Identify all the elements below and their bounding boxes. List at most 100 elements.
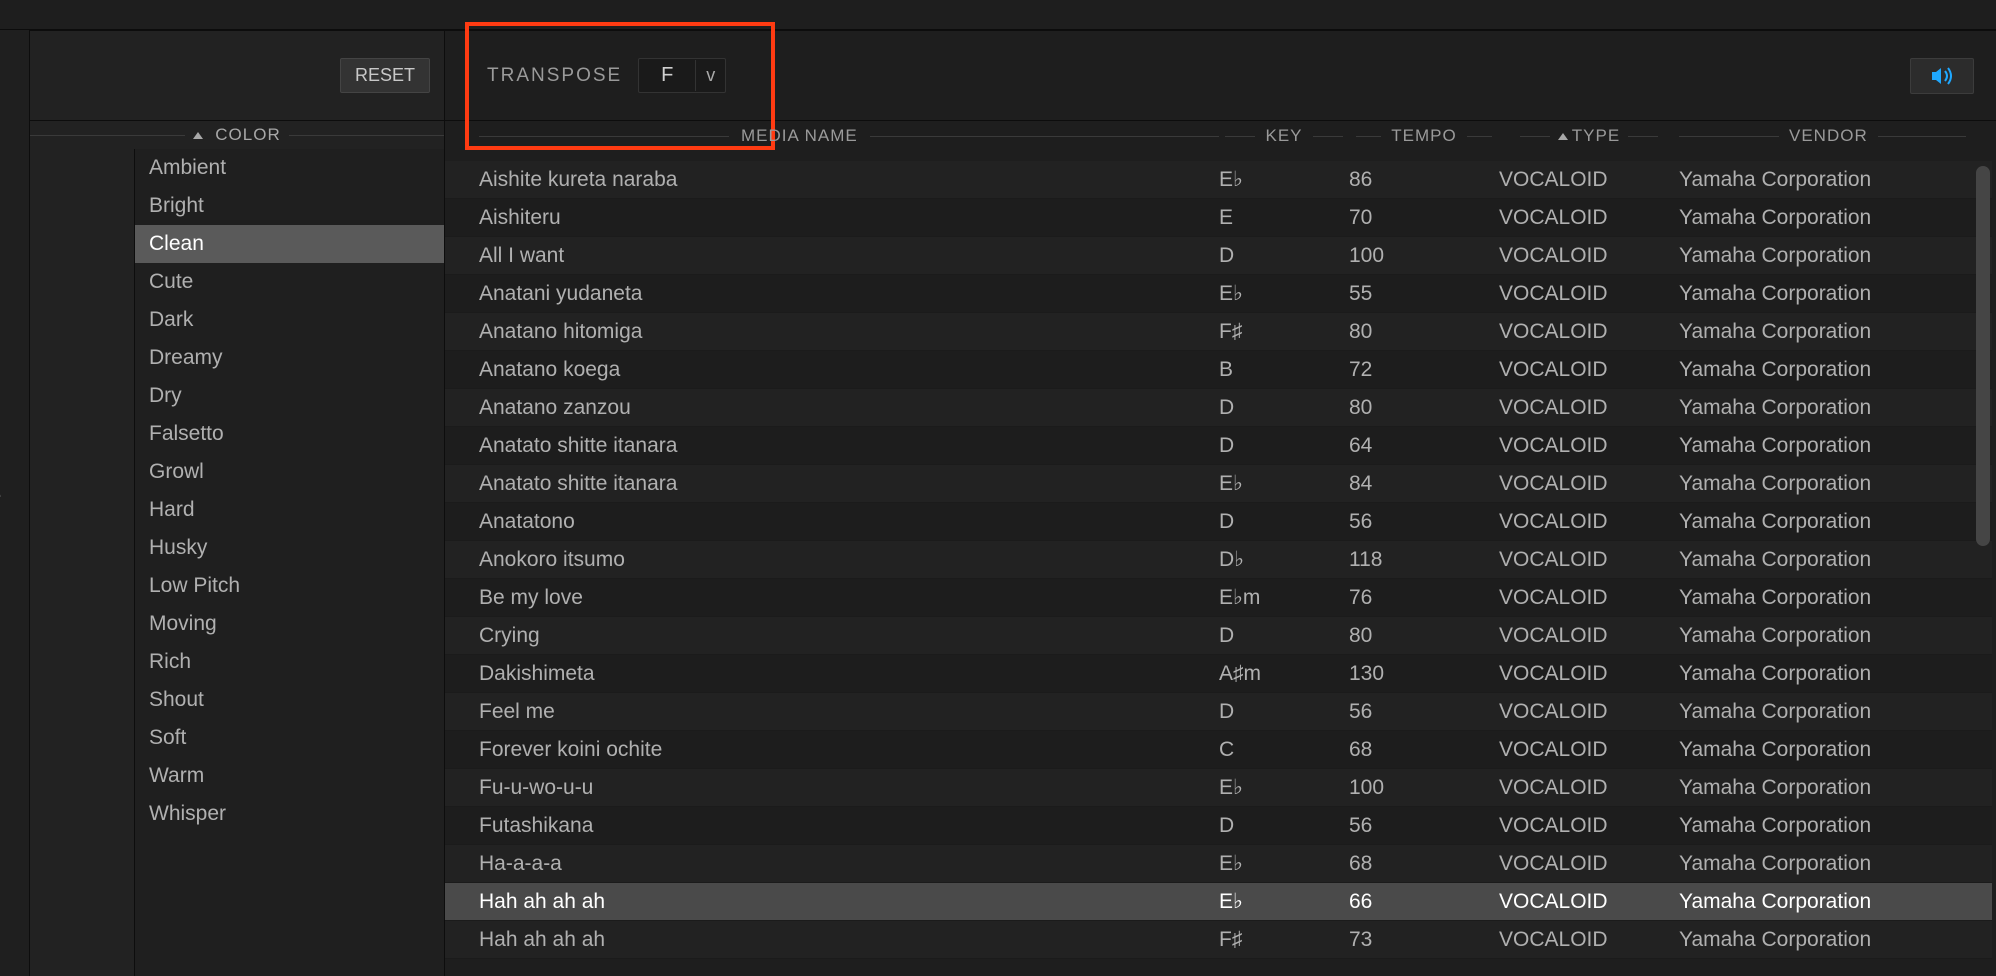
filter-item-moving[interactable]: Moving: [135, 605, 444, 643]
cell-type: VOCALOID: [1499, 586, 1679, 610]
cell-media-name: Aishite kureta naraba: [479, 168, 1219, 192]
transpose-label: TRANSPOSE: [487, 65, 622, 87]
cell-tempo: 68: [1349, 852, 1499, 876]
cell-tempo: 100: [1349, 244, 1499, 268]
cell-media-name: Anatano hitomiga: [479, 320, 1219, 344]
cell-tempo: 55: [1349, 282, 1499, 306]
filter-item-husky[interactable]: Husky: [135, 529, 444, 567]
filter-item-warm[interactable]: Warm: [135, 757, 444, 795]
table-row[interactable]: Anatato shitte itanaraE♭84VOCALOIDYamaha…: [445, 465, 1992, 503]
content-panel: TRANSPOSE F v: [445, 30, 1996, 976]
filter-item-whisper[interactable]: Whisper: [135, 795, 444, 833]
table-row[interactable]: DakishimetaA♯m130VOCALOIDYamaha Corporat…: [445, 655, 1992, 693]
table-row[interactable]: Hah ah ah ahF♯73VOCALOIDYamaha Corporati…: [445, 921, 1992, 959]
cell-key: E♭: [1219, 775, 1349, 800]
column-label: KEY: [1265, 126, 1302, 146]
cell-type: VOCALOID: [1499, 928, 1679, 952]
table-row[interactable]: Anokoro itsumoD♭118VOCALOIDYamaha Corpor…: [445, 541, 1992, 579]
cell-media-name: Hah ah ah ah: [479, 890, 1219, 914]
table-row[interactable]: AishiteruE70VOCALOIDYamaha Corporation: [445, 199, 1992, 237]
cell-media-name: Crying: [479, 624, 1219, 648]
column-type[interactable]: TYPE: [1499, 126, 1679, 146]
table-row[interactable]: Ha-a-a-aE♭68VOCALOIDYamaha Corporation: [445, 845, 1992, 883]
scrollbar[interactable]: [1976, 166, 1990, 546]
table-row[interactable]: Anatano zanzouD80VOCALOIDYamaha Corporat…: [445, 389, 1992, 427]
filter-item-dark[interactable]: Dark: [135, 301, 444, 339]
preview-audio-button[interactable]: [1910, 58, 1974, 94]
cell-vendor: Yamaha Corporation: [1679, 434, 1992, 458]
cell-type: VOCALOID: [1499, 320, 1679, 344]
cell-tempo: 72: [1349, 358, 1499, 382]
cell-vendor: Yamaha Corporation: [1679, 168, 1992, 192]
cell-tempo: 86: [1349, 168, 1499, 192]
column-tempo[interactable]: TEMPO: [1349, 126, 1499, 146]
cell-media-name: Anatano koega: [479, 358, 1219, 382]
reset-button[interactable]: RESET: [340, 58, 430, 93]
table-row[interactable]: Forever koini ochiteC68VOCALOIDYamaha Co…: [445, 731, 1992, 769]
cell-tempo: 56: [1349, 814, 1499, 838]
cell-tempo: 70: [1349, 206, 1499, 230]
app-root: e RESET COLOR AmbientBrightCleanCuteDark…: [0, 0, 1996, 976]
filter-item-shout[interactable]: Shout: [135, 681, 444, 719]
filter-item-soft[interactable]: Soft: [135, 719, 444, 757]
divider: [1520, 136, 1550, 137]
filter-item-dry[interactable]: Dry: [135, 377, 444, 415]
table-row[interactable]: Fu-u-wo-u-uE♭100VOCALOIDYamaha Corporati…: [445, 769, 1992, 807]
filter-item-falsetto[interactable]: Falsetto: [135, 415, 444, 453]
cell-type: VOCALOID: [1499, 548, 1679, 572]
column-key[interactable]: KEY: [1219, 126, 1349, 146]
cell-key: D: [1219, 396, 1349, 420]
filter-item-ambient[interactable]: Ambient: [135, 149, 444, 187]
table-row[interactable]: Aishite kureta narabaE♭86VOCALOIDYamaha …: [445, 161, 1992, 199]
table-row[interactable]: Anatano koegaB72VOCALOIDYamaha Corporati…: [445, 351, 1992, 389]
filter-item-bright[interactable]: Bright: [135, 187, 444, 225]
cell-media-name: Anatato shitte itanara: [479, 472, 1219, 496]
filter-item-rich[interactable]: Rich: [135, 643, 444, 681]
cell-media-name: Anokoro itsumo: [479, 548, 1219, 572]
transpose-control: TRANSPOSE F v: [469, 44, 754, 107]
chevron-down-icon[interactable]: v: [695, 60, 725, 91]
table-row[interactable]: FutashikanaD56VOCALOIDYamaha Corporation: [445, 807, 1992, 845]
filter-item-hard[interactable]: Hard: [135, 491, 444, 529]
column-media-name[interactable]: MEDIA NAME: [479, 126, 1219, 146]
table-row[interactable]: Be my loveE♭m76VOCALOIDYamaha Corporatio…: [445, 579, 1992, 617]
divider: [870, 136, 1219, 137]
table-row[interactable]: AnatatonoD56VOCALOIDYamaha Corporation: [445, 503, 1992, 541]
cell-key: D: [1219, 624, 1349, 648]
filter-left-column: [30, 149, 135, 976]
table-row[interactable]: Anatani yudanetaE♭55VOCALOIDYamaha Corpo…: [445, 275, 1992, 313]
cell-key: E♭: [1219, 471, 1349, 496]
cell-media-name: Dakishimeta: [479, 662, 1219, 686]
cell-type: VOCALOID: [1499, 662, 1679, 686]
cell-vendor: Yamaha Corporation: [1679, 700, 1992, 724]
cell-tempo: 68: [1349, 738, 1499, 762]
table-row[interactable]: Anatato shitte itanaraD64VOCALOIDYamaha …: [445, 427, 1992, 465]
filter-item-clean[interactable]: Clean: [135, 225, 444, 263]
transpose-select[interactable]: F v: [638, 58, 726, 93]
left-sliver-panel: e: [0, 30, 30, 976]
column-vendor[interactable]: VENDOR: [1679, 126, 1996, 146]
table-row[interactable]: Anatano hitomigaF♯80VOCALOIDYamaha Corpo…: [445, 313, 1992, 351]
filter-item-dreamy[interactable]: Dreamy: [135, 339, 444, 377]
table-row[interactable]: Feel meD56VOCALOIDYamaha Corporation: [445, 693, 1992, 731]
cell-media-name: Anatano zanzou: [479, 396, 1219, 420]
cell-media-name: All I want: [479, 244, 1219, 268]
divider: [1313, 136, 1343, 137]
main-area: e RESET COLOR AmbientBrightCleanCuteDark…: [0, 30, 1996, 976]
cell-type: VOCALOID: [1499, 624, 1679, 648]
filter-body: AmbientBrightCleanCuteDarkDreamyDryFalse…: [30, 149, 444, 976]
cell-vendor: Yamaha Corporation: [1679, 814, 1992, 838]
filter-item-cute[interactable]: Cute: [135, 263, 444, 301]
table-row[interactable]: All I wantD100VOCALOIDYamaha Corporation: [445, 237, 1992, 275]
filter-header[interactable]: COLOR: [30, 121, 444, 149]
table-row[interactable]: Hah ah ah ahE♭66VOCALOIDYamaha Corporati…: [445, 883, 1992, 921]
cell-key: E♭: [1219, 851, 1349, 876]
scrollbar-thumb[interactable]: [1976, 166, 1990, 546]
cell-vendor: Yamaha Corporation: [1679, 928, 1992, 952]
filter-item-low-pitch[interactable]: Low Pitch: [135, 567, 444, 605]
divider: [1356, 136, 1381, 137]
table-row[interactable]: CryingD80VOCALOIDYamaha Corporation: [445, 617, 1992, 655]
filter-item-growl[interactable]: Growl: [135, 453, 444, 491]
sidebar-top-bar: RESET: [30, 31, 444, 121]
cell-vendor: Yamaha Corporation: [1679, 852, 1992, 876]
